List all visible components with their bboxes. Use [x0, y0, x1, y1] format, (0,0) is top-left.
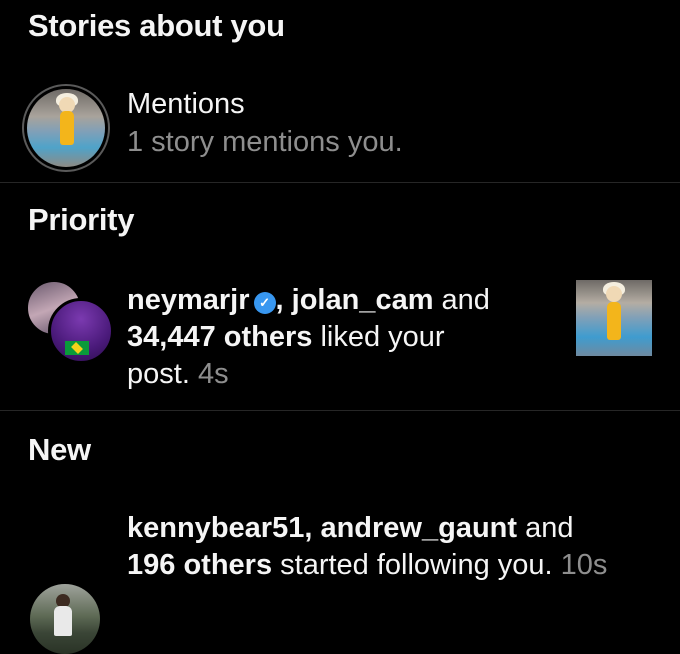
avatar-kennybear51[interactable] [30, 584, 100, 654]
verified-badge-icon: ✓ [253, 291, 276, 314]
timestamp: 10s [560, 549, 608, 581]
and-text: and [525, 512, 574, 544]
action-text: liked your [320, 321, 445, 353]
brazil-flag-icon [65, 341, 89, 355]
mentions-subtitle: 1 story mentions you. [127, 126, 403, 158]
username-andrew-gaunt[interactable]: andrew_gaunt [320, 512, 517, 544]
section-title-new: New [28, 432, 91, 467]
story-image [27, 89, 105, 167]
post-thumbnail[interactable] [576, 280, 652, 356]
section-title-priority: Priority [28, 202, 135, 237]
mentions-title: Mentions [127, 88, 245, 120]
mentions-story-avatar[interactable] [22, 84, 110, 172]
new-notification-text[interactable]: kennybear51, andrew_gaunt and 196 others… [127, 510, 667, 584]
timestamp: 4s [197, 358, 229, 390]
username-neymarjr[interactable]: neymarjr [127, 284, 250, 316]
username-kennybear51[interactable]: kennybear51 [127, 512, 304, 544]
and-text: and [441, 284, 490, 316]
priority-avatars[interactable] [26, 280, 114, 364]
section-title-stories: Stories about you [28, 8, 285, 43]
avatar-neymarjr[interactable] [48, 298, 114, 364]
divider [0, 182, 680, 183]
username-jolan-cam[interactable]: jolan_cam [292, 284, 434, 316]
divider [0, 410, 680, 411]
others-count[interactable]: 34,447 others [127, 321, 312, 353]
priority-notification-text[interactable]: neymarjr ✓, jolan_cam and 34,447 others l… [127, 282, 567, 393]
action-text-2: post. [127, 358, 190, 390]
mentions-row[interactable] [22, 84, 110, 172]
action-text: started following you. [280, 549, 553, 581]
others-count[interactable]: 196 others [127, 549, 272, 581]
